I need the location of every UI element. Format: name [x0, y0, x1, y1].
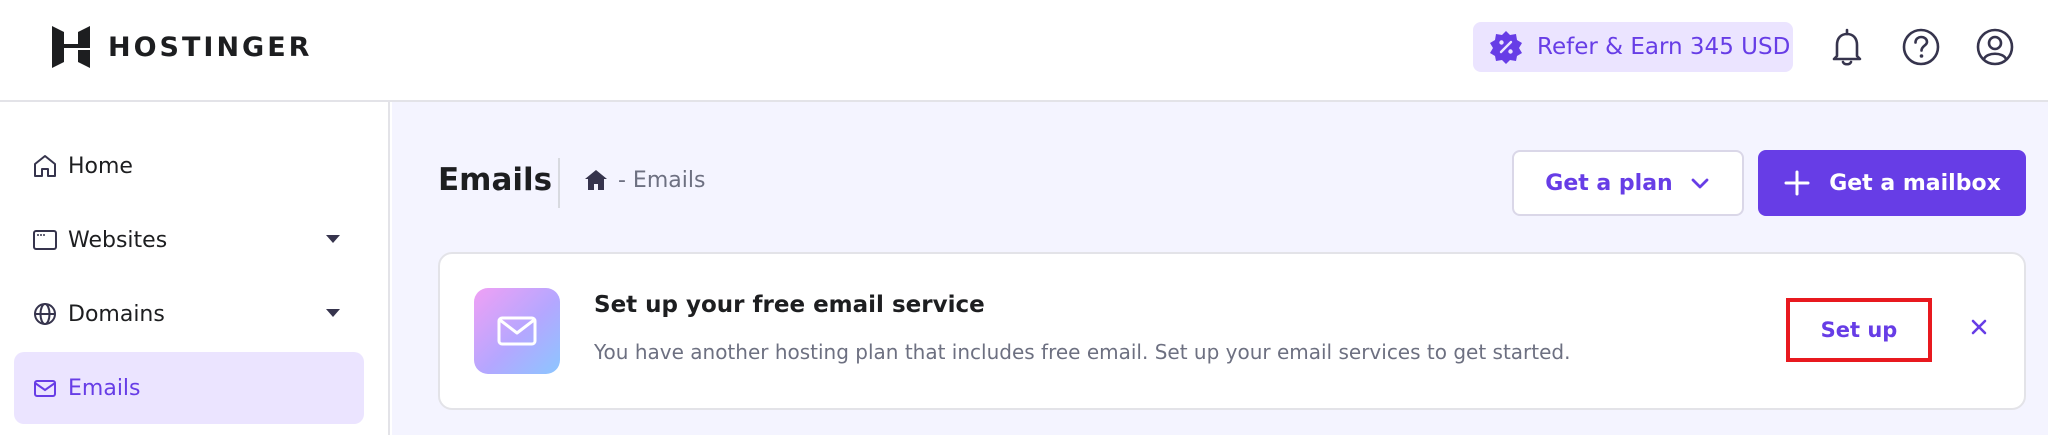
get-plan-button[interactable]: Get a plan: [1512, 150, 1744, 216]
hostinger-logo-icon: [52, 26, 90, 68]
sidebar-item-label: Domains: [68, 301, 165, 327]
sidebar-item-label: Websites: [68, 227, 168, 253]
sidebar-item-websites[interactable]: Websites: [14, 204, 364, 276]
globe-icon: [34, 303, 56, 325]
refer-earn-label: Refer & Earn 345 USD: [1537, 34, 1791, 60]
get-plan-label: Get a plan: [1545, 170, 1673, 196]
hostinger-logo[interactable]: HOSTINGER: [50, 24, 312, 70]
breadcrumb-label: - Emails: [618, 167, 706, 193]
free-email-banner: Set up your free email service You have …: [438, 252, 2026, 410]
chevron-down-icon[interactable]: [326, 309, 340, 317]
sidebar-item-home[interactable]: Home: [14, 130, 364, 202]
browser-icon: [33, 230, 57, 250]
page-title: Emails: [438, 162, 553, 198]
home-icon: [34, 155, 56, 177]
top-bar: HOSTINGER Refer & Earn 345 USD: [0, 0, 2048, 102]
mail-icon: [34, 380, 56, 397]
banner-description: You have another hosting plan that inclu…: [594, 340, 1571, 364]
chevron-down-icon[interactable]: [326, 235, 340, 243]
bell-icon[interactable]: [1826, 26, 1868, 68]
discount-badge-icon: [1490, 31, 1522, 64]
envelope-icon: [497, 316, 537, 346]
refer-earn-button[interactable]: Refer & Earn 345 USD: [1473, 22, 1793, 72]
account-icon[interactable]: [1974, 26, 2016, 68]
sidebar-item-label: Emails: [68, 375, 141, 401]
breadcrumb: - Emails: [582, 166, 705, 194]
sidebar-item-label: Home: [68, 153, 133, 179]
banner-title: Set up your free email service: [594, 292, 985, 318]
email-banner-icon: [474, 288, 560, 374]
title-divider: [558, 158, 560, 208]
chevron-down-icon: [1691, 178, 1709, 189]
get-mailbox-label: Get a mailbox: [1829, 170, 2001, 196]
main-content: Emails - Emails Get a plan Get a mailbox…: [392, 102, 2048, 435]
help-icon[interactable]: [1900, 26, 1942, 68]
close-icon[interactable]: [1968, 316, 1990, 338]
sidebar: Home Websites Domains Emails: [0, 102, 390, 435]
set-up-button[interactable]: Set up: [1786, 298, 1932, 362]
sidebar-item-domains[interactable]: Domains: [14, 278, 364, 350]
sidebar-item-emails[interactable]: Emails: [14, 352, 364, 424]
brand-name: HOSTINGER: [108, 31, 313, 63]
home-icon[interactable]: [582, 166, 610, 194]
get-mailbox-button[interactable]: Get a mailbox: [1758, 150, 2026, 216]
plus-icon: [1784, 170, 1810, 196]
